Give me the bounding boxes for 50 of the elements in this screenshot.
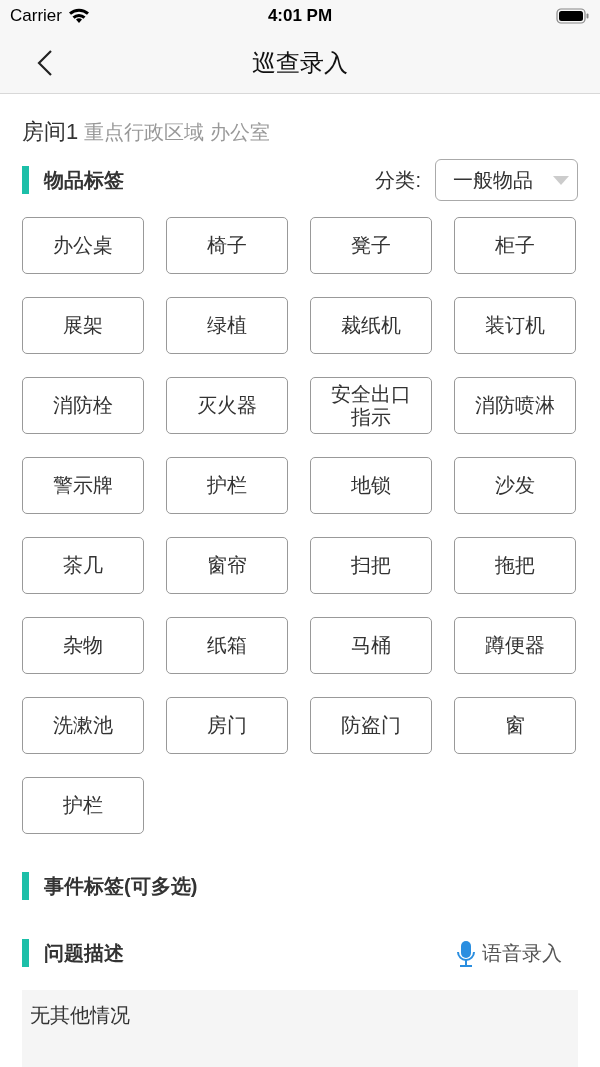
- tag-button[interactable]: 安全出口指示: [310, 377, 432, 434]
- tag-button[interactable]: 防盗门: [310, 697, 432, 754]
- section-title: 事件标签(可多选): [44, 873, 198, 899]
- tag-button[interactable]: 凳子: [310, 217, 432, 274]
- tag-button[interactable]: 椅子: [166, 217, 288, 274]
- tag-button[interactable]: 窗帘: [166, 537, 288, 594]
- dropdown-caret-icon: [553, 175, 569, 185]
- tag-button[interactable]: 马桶: [310, 617, 432, 674]
- battery-icon: [556, 8, 590, 24]
- back-button[interactable]: [36, 48, 54, 77]
- tag-button[interactable]: 展架: [22, 297, 144, 354]
- tag-button[interactable]: 窗: [454, 697, 576, 754]
- back-icon: [36, 48, 54, 77]
- tag-button[interactable]: 杂物: [22, 617, 144, 674]
- tag-button[interactable]: 警示牌: [22, 457, 144, 514]
- section-marker: [22, 872, 29, 900]
- tag-button[interactable]: 地锁: [310, 457, 432, 514]
- tag-button[interactable]: 绿植: [166, 297, 288, 354]
- section-title: 问题描述: [44, 940, 124, 966]
- tag-button[interactable]: 柜子: [454, 217, 576, 274]
- tag-button[interactable]: 护栏: [166, 457, 288, 514]
- category-dropdown[interactable]: 一般物品: [435, 159, 578, 201]
- voice-input-button[interactable]: 语音录入: [456, 939, 562, 967]
- room-name: 房间1: [22, 118, 79, 146]
- tag-button[interactable]: 办公桌: [22, 217, 144, 274]
- page-title: 巡查录入: [252, 48, 348, 76]
- tag-button[interactable]: 灭火器: [166, 377, 288, 434]
- tag-button[interactable]: 消防栓: [22, 377, 144, 434]
- tag-button[interactable]: 茶几: [22, 537, 144, 594]
- tag-button[interactable]: 拖把: [454, 537, 576, 594]
- category-label: 分类:: [375, 167, 421, 193]
- room-location: 重点行政区域 办公室: [84, 119, 270, 145]
- section-marker: [22, 939, 29, 967]
- microphone-icon: [456, 939, 476, 967]
- tag-button[interactable]: 洗漱池: [22, 697, 144, 754]
- wifi-icon: [67, 8, 90, 24]
- tag-button[interactable]: 纸箱: [166, 617, 288, 674]
- tag-button[interactable]: 装订机: [454, 297, 576, 354]
- tag-button[interactable]: 消防喷淋: [454, 377, 576, 434]
- description-field[interactable]: 无其他情况: [22, 990, 578, 1067]
- section-title: 物品标签: [44, 167, 124, 193]
- status-time: 4:01 PM: [267, 6, 333, 25]
- section-marker: [22, 166, 29, 194]
- tag-button[interactable]: 房门: [166, 697, 288, 754]
- carrier-name: Carrier: [10, 6, 62, 26]
- tag-button[interactable]: 扫把: [310, 537, 432, 594]
- tag-button[interactable]: 沙发: [454, 457, 576, 514]
- tag-button[interactable]: 蹲便器: [454, 617, 576, 674]
- tag-button[interactable]: 裁纸机: [310, 297, 432, 354]
- tag-button[interactable]: 护栏: [22, 777, 144, 834]
